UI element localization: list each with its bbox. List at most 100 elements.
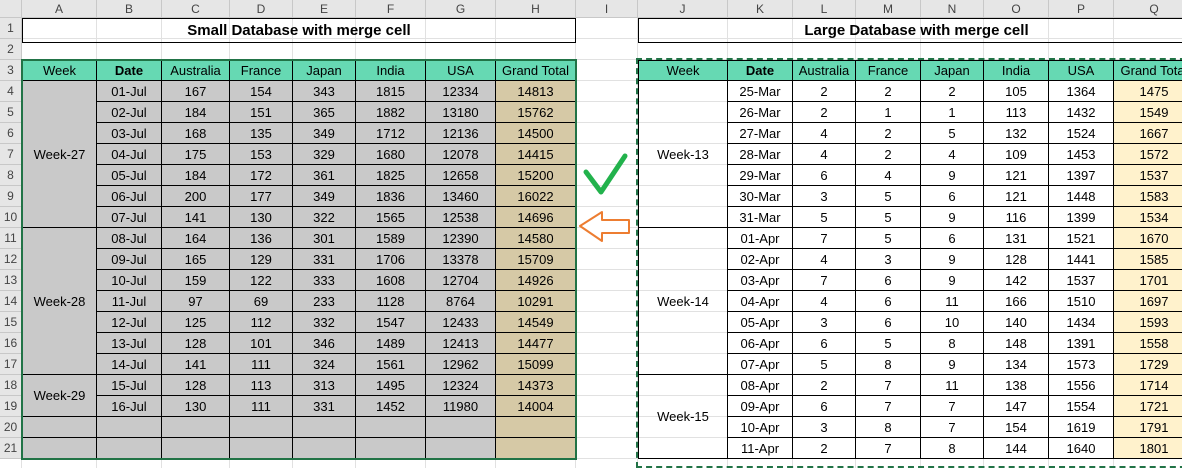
right-cell-japan[interactable]: 1 — [921, 102, 984, 123]
right-cell-date[interactable]: 28-Mar — [728, 144, 793, 165]
right-cell-india[interactable]: 121 — [984, 165, 1049, 186]
left-cell-australia[interactable]: 167 — [162, 81, 230, 102]
right-cell-grand-total[interactable]: 1791 — [1114, 417, 1182, 438]
right-cell-usa[interactable]: 1537 — [1049, 270, 1114, 291]
left-cell-france[interactable]: 153 — [230, 144, 293, 165]
right-cell-france[interactable]: 8 — [856, 354, 921, 375]
right-cell-india[interactable]: 166 — [984, 291, 1049, 312]
right-cell-grand-total[interactable]: 1714 — [1114, 375, 1182, 396]
right-cell-usa[interactable]: 1524 — [1049, 123, 1114, 144]
left-cell-japan[interactable]: 324 — [293, 354, 356, 375]
left-cell-grand-total[interactable]: 15099 — [496, 354, 576, 375]
left-empty-cell[interactable] — [426, 438, 496, 459]
right-cell-australia[interactable]: 4 — [793, 123, 856, 144]
right-cell-india[interactable]: 140 — [984, 312, 1049, 333]
row-header-3[interactable]: 3 — [0, 60, 22, 81]
left-cell-grand-total[interactable]: 15762 — [496, 102, 576, 123]
left-cell-japan[interactable]: 322 — [293, 207, 356, 228]
left-cell-date[interactable]: 10-Jul — [97, 270, 162, 291]
right-cell-date[interactable]: 11-Apr — [728, 438, 793, 459]
right-cell-japan[interactable]: 8 — [921, 333, 984, 354]
column-header-B[interactable]: B — [97, 0, 162, 18]
right-cell-grand-total[interactable]: 1537 — [1114, 165, 1182, 186]
right-cell-australia[interactable]: 5 — [793, 207, 856, 228]
left-cell-india[interactable]: 1712 — [356, 123, 426, 144]
right-cell-japan[interactable]: 8 — [921, 438, 984, 459]
row-header-21[interactable]: 21 — [0, 438, 22, 459]
left-cell-japan[interactable]: 346 — [293, 333, 356, 354]
left-cell-grand-total[interactable]: 14004 — [496, 396, 576, 417]
right-cell-usa[interactable]: 1510 — [1049, 291, 1114, 312]
left-cell-date[interactable]: 03-Jul — [97, 123, 162, 144]
right-cell-japan[interactable]: 7 — [921, 417, 984, 438]
right-cell-japan[interactable]: 9 — [921, 165, 984, 186]
left-cell-usa[interactable]: 12334 — [426, 81, 496, 102]
left-cell-france[interactable]: 111 — [230, 396, 293, 417]
right-cell-date[interactable]: 02-Apr — [728, 249, 793, 270]
row-header-14[interactable]: 14 — [0, 291, 22, 312]
right-cell-india[interactable]: 131 — [984, 228, 1049, 249]
right-cell-date[interactable]: 09-Apr — [728, 396, 793, 417]
left-cell-france[interactable]: 135 — [230, 123, 293, 144]
right-cell-grand-total[interactable]: 1593 — [1114, 312, 1182, 333]
row-header-8[interactable]: 8 — [0, 165, 22, 186]
right-cell-australia[interactable]: 4 — [793, 249, 856, 270]
right-cell-india[interactable]: 113 — [984, 102, 1049, 123]
left-cell-grand-total[interactable]: 14373 — [496, 375, 576, 396]
left-cell-india[interactable]: 1706 — [356, 249, 426, 270]
left-cell-india[interactable]: 1128 — [356, 291, 426, 312]
right-cell-france[interactable]: 5 — [856, 228, 921, 249]
left-cell-australia[interactable]: 175 — [162, 144, 230, 165]
right-cell-japan[interactable]: 9 — [921, 354, 984, 375]
right-cell-usa[interactable]: 1619 — [1049, 417, 1114, 438]
left-cell-date[interactable]: 08-Jul — [97, 228, 162, 249]
right-cell-japan[interactable]: 4 — [921, 144, 984, 165]
left-cell-australia[interactable]: 128 — [162, 375, 230, 396]
right-cell-australia[interactable]: 6 — [793, 165, 856, 186]
left-empty-cell[interactable] — [293, 438, 356, 459]
right-cell-japan[interactable]: 11 — [921, 375, 984, 396]
left-cell-grand-total[interactable]: 15709 — [496, 249, 576, 270]
right-cell-japan[interactable]: 9 — [921, 207, 984, 228]
right-cell-date[interactable]: 30-Mar — [728, 186, 793, 207]
right-cell-france[interactable]: 7 — [856, 375, 921, 396]
right-cell-date[interactable]: 03-Apr — [728, 270, 793, 291]
row-header-13[interactable]: 13 — [0, 270, 22, 291]
left-cell-japan[interactable]: 313 — [293, 375, 356, 396]
left-empty-cell[interactable] — [293, 417, 356, 438]
right-cell-usa[interactable]: 1453 — [1049, 144, 1114, 165]
left-empty-cell[interactable] — [162, 417, 230, 438]
right-cell-japan[interactable]: 6 — [921, 186, 984, 207]
left-cell-grand-total[interactable]: 14500 — [496, 123, 576, 144]
right-cell-date[interactable]: 05-Apr — [728, 312, 793, 333]
right-cell-date[interactable]: 26-Mar — [728, 102, 793, 123]
left-cell-japan[interactable]: 329 — [293, 144, 356, 165]
left-cell-usa[interactable]: 12433 — [426, 312, 496, 333]
right-cell-japan[interactable]: 10 — [921, 312, 984, 333]
right-cell-india[interactable]: 134 — [984, 354, 1049, 375]
column-header-L[interactable]: L — [793, 0, 856, 18]
right-cell-usa[interactable]: 1397 — [1049, 165, 1114, 186]
left-cell-usa[interactable]: 12390 — [426, 228, 496, 249]
right-cell-india[interactable]: 121 — [984, 186, 1049, 207]
column-header-F[interactable]: F — [356, 0, 426, 18]
left-cell-date[interactable]: 15-Jul — [97, 375, 162, 396]
left-empty-cell[interactable] — [97, 417, 162, 438]
left-cell-date[interactable]: 07-Jul — [97, 207, 162, 228]
right-cell-japan[interactable]: 5 — [921, 123, 984, 144]
right-cell-australia[interactable]: 7 — [793, 228, 856, 249]
left-cell-australia[interactable]: 164 — [162, 228, 230, 249]
left-empty-cell[interactable] — [22, 417, 97, 438]
right-cell-japan[interactable]: 9 — [921, 249, 984, 270]
left-cell-japan[interactable]: 333 — [293, 270, 356, 291]
row-header-12[interactable]: 12 — [0, 249, 22, 270]
right-cell-date[interactable]: 25-Mar — [728, 81, 793, 102]
right-cell-france[interactable]: 4 — [856, 165, 921, 186]
left-cell-grand-total[interactable]: 14415 — [496, 144, 576, 165]
row-header-9[interactable]: 9 — [0, 186, 22, 207]
right-cell-grand-total[interactable]: 1701 — [1114, 270, 1182, 291]
left-cell-japan[interactable]: 331 — [293, 396, 356, 417]
right-cell-france[interactable]: 2 — [856, 81, 921, 102]
right-cell-france[interactable]: 5 — [856, 186, 921, 207]
left-empty-cell[interactable] — [496, 417, 576, 438]
